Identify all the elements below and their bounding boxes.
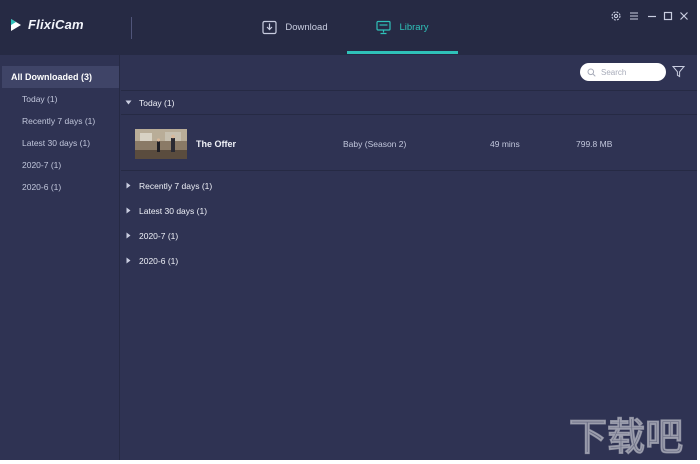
group-label: Latest 30 days (1) [139,205,208,216]
sidebar-item-today[interactable]: Today (1) [0,88,120,110]
group-label: 2020-6 (1) [139,255,179,266]
group-header-2020-7[interactable]: 2020-7 (1) [121,223,697,248]
sidebar-item-all-downloaded[interactable]: All Downloaded (3) [2,66,119,88]
video-title: The Offer [196,139,237,149]
app-name: FlixiCam [28,17,84,32]
tab-library[interactable]: Library [347,0,458,55]
title-divider [131,17,132,39]
group-label: Recently 7 days (1) [139,180,213,191]
sidebar-item-label: Latest 30 days (1) [22,138,91,148]
filter-icon[interactable] [671,65,686,78]
sidebar-item-label: Recently 7 days (1) [22,116,96,126]
maximize-icon[interactable] [661,9,675,23]
menu-icon[interactable] [627,9,641,23]
group-header-latest-30-days[interactable]: Latest 30 days (1) [121,198,697,223]
sidebar-item-label: All Downloaded (3) [11,72,92,82]
group-header-recently-7-days[interactable]: Recently 7 days (1) [121,173,697,198]
settings-icon[interactable] [609,9,623,23]
caret-right-icon [125,182,132,189]
caret-right-icon [125,257,132,264]
search-input[interactable] [601,67,665,77]
caret-down-icon [125,99,132,106]
sidebar-item-recently-7-days[interactable]: Recently 7 days (1) [0,110,120,132]
caret-right-icon [125,207,132,214]
sidebar-item-2020-6[interactable]: 2020-6 (1) [0,176,120,198]
search-box[interactable] [580,63,666,81]
sidebar-item-label: Today (1) [22,94,58,104]
title-bar: FlixiCam Download Library [0,0,697,55]
caret-right-icon [125,232,132,239]
watermark-logo: 下载吧 [565,410,697,460]
sidebar-item-2020-7[interactable]: 2020-7 (1) [0,154,120,176]
app-window: FlixiCam Download Library All Downloaded… [0,0,697,460]
video-row[interactable]: The Offer Baby (Season 2) 49 mins 799.8 … [121,117,697,171]
sidebar-item-label: 2020-6 (1) [22,182,62,192]
sidebar-item-label: 2020-7 (1) [22,160,62,170]
monitor-icon [376,20,392,35]
group-header-today[interactable]: Today (1) [121,90,697,115]
tab-library-label: Library [399,22,429,33]
library-content: Today (1) The Offer Baby (Season 2) 49 m [121,55,697,460]
close-icon[interactable] [677,9,691,23]
app-logo: FlixiCam [10,17,84,32]
minimize-icon[interactable] [645,9,659,23]
sidebar-item-latest-30-days[interactable]: Latest 30 days (1) [0,132,120,154]
group-header-2020-6[interactable]: 2020-6 (1) [121,248,697,273]
group-label: 2020-7 (1) [139,230,179,241]
tab-download-label: Download [285,22,328,33]
group-label: Today (1) [139,97,175,108]
download-icon [262,20,277,35]
watermark-text: 下载吧 [569,415,683,459]
video-thumbnail [135,129,187,159]
video-size: 799.8 MB [576,139,613,149]
video-series: Baby (Season 2) [343,139,407,149]
active-tab-indicator [347,51,458,54]
play-logo-icon [11,18,21,31]
video-duration: 49 mins [490,139,520,149]
sidebar: All Downloaded (3) Today (1) Recently 7 … [0,55,120,460]
search-icon [587,68,596,77]
tab-download[interactable]: Download [240,0,350,55]
